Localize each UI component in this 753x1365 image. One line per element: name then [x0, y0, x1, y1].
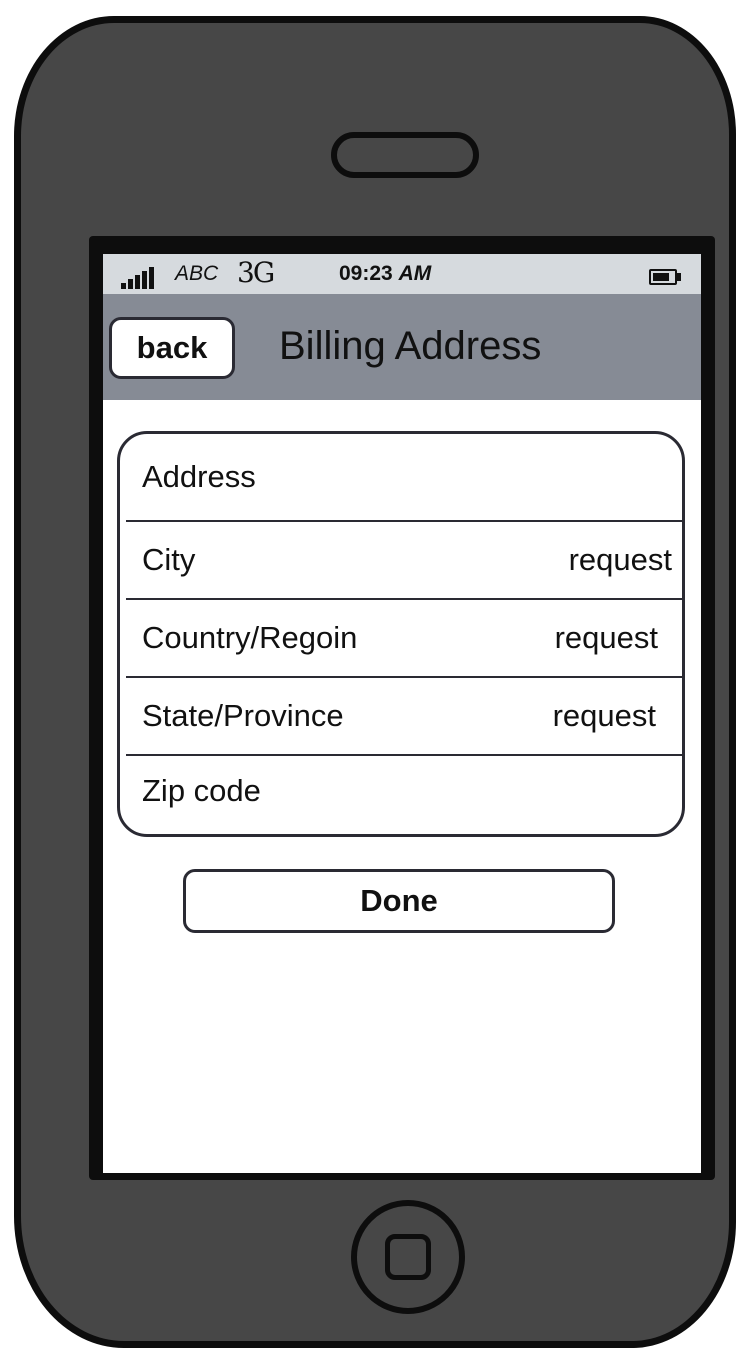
country-region-label: Country/Regoin — [142, 620, 358, 655]
country-region-value: request — [554, 620, 658, 655]
address-row[interactable]: Address — [126, 434, 682, 520]
status-time: 09:23 AM — [339, 262, 431, 286]
screen: ABC 3G 09:23 AM back Billing Address Add… — [103, 254, 701, 1173]
speaker-slot — [331, 132, 479, 178]
network-type: 3G — [237, 256, 275, 289]
billing-address-form: Address City request Country/Regoin requ… — [117, 431, 685, 837]
city-row[interactable]: City request — [126, 522, 682, 598]
status-time-value: 09:23 — [339, 262, 393, 285]
home-square-icon — [385, 1234, 431, 1280]
phone-frame: ABC 3G 09:23 AM back Billing Address Add… — [14, 16, 736, 1348]
home-button[interactable] — [351, 1200, 465, 1314]
status-bar: ABC 3G 09:23 AM — [103, 254, 701, 294]
page-title: Billing Address — [279, 324, 542, 368]
battery-icon — [649, 269, 683, 285]
screen-bezel: ABC 3G 09:23 AM back Billing Address Add… — [89, 236, 715, 1180]
city-label: City — [142, 542, 196, 577]
navigation-bar: back Billing Address — [103, 294, 701, 400]
zip-code-row[interactable]: Zip code — [126, 756, 682, 826]
back-button[interactable]: back — [109, 317, 235, 379]
address-label: Address — [142, 459, 256, 494]
country-region-row[interactable]: Country/Regoin request — [126, 600, 682, 676]
state-province-value: request — [552, 698, 656, 733]
state-province-row[interactable]: State/Province request — [126, 678, 682, 754]
done-button[interactable]: Done — [183, 869, 615, 933]
city-value: request — [568, 542, 672, 577]
state-province-label: State/Province — [142, 698, 344, 733]
carrier-name: ABC — [175, 262, 219, 285]
status-time-ampm: AM — [398, 262, 432, 285]
zip-code-label: Zip code — [142, 773, 261, 808]
signal-bars-icon — [121, 267, 159, 289]
